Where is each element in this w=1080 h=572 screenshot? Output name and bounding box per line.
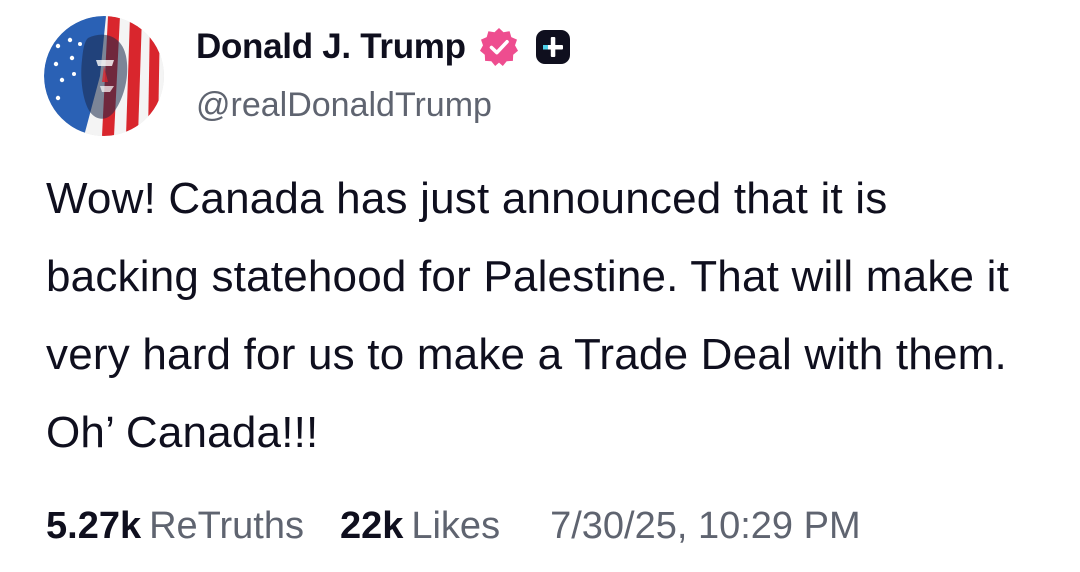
likes-count: 22k [339,504,404,547]
plus-badge-icon [532,26,574,68]
avatar-flag-portrait-icon [44,16,164,136]
likes-stat[interactable]: 22k Likes [340,505,500,548]
retruths-label: ReTruths [149,504,304,547]
avatar[interactable] [44,16,164,136]
post-timestamp[interactable]: 7/30/25, 10:29 PM [550,505,861,548]
post-stats: 5.27k ReTruths 22k Likes 7/30/25, 10:29 … [46,500,861,552]
post-text: Wow! Canada has just announced that it i… [46,174,1010,457]
likes-label: Likes [411,504,501,547]
author-display-name[interactable]: Donald J. Trump [196,27,466,67]
retruths-count: 5.27k [46,504,142,547]
retruths-stat[interactable]: 5.27k ReTruths [46,505,304,548]
author-name-row: Donald J. Trump [196,24,574,70]
truth-post: Donald J. Trump @realDonaldTrump Wow! Ca… [0,0,1080,572]
verified-badge-icon [478,26,520,68]
author-handle[interactable]: @realDonaldTrump [196,86,492,125]
